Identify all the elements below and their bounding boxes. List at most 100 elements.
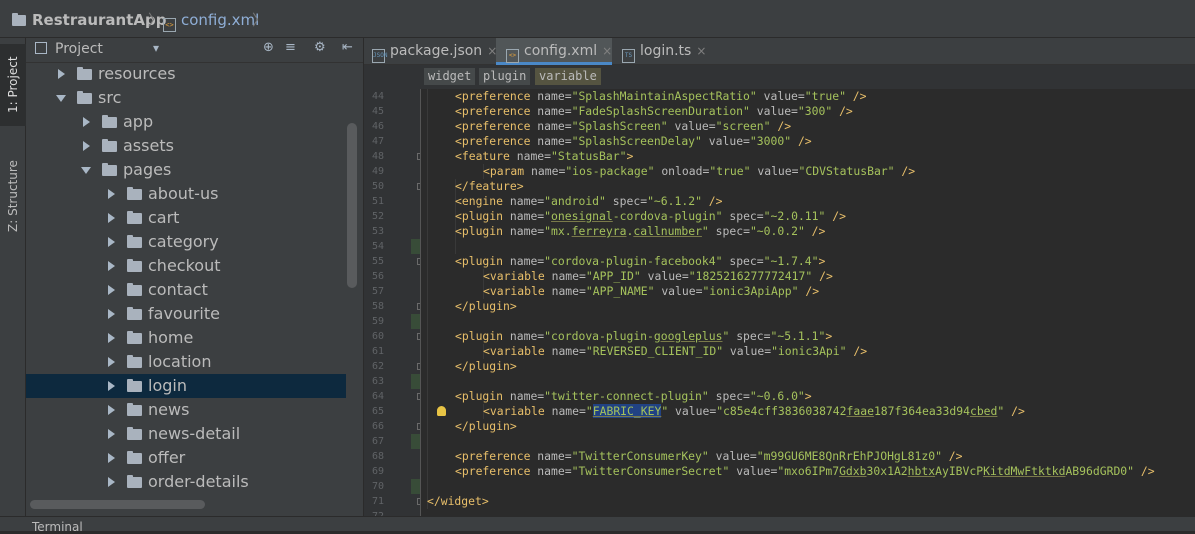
chevron-right-icon[interactable] xyxy=(106,326,116,350)
hide-panel-icon[interactable]: ⇤ xyxy=(342,40,353,55)
ts-file-icon: TS xyxy=(622,49,635,63)
line-number: 70 xyxy=(371,481,384,492)
xml-crumb-plugin[interactable]: plugin xyxy=(479,68,531,85)
terminal-tab[interactable]: Terminal xyxy=(32,520,83,534)
line-number: 45 xyxy=(371,106,384,117)
tree-item-label: offer xyxy=(148,448,186,467)
chevron-right-icon[interactable] xyxy=(106,350,116,374)
tree-item-label: cart xyxy=(148,208,180,227)
chevron-right-icon[interactable] xyxy=(106,470,116,494)
tree-item[interactable]: news-detail xyxy=(26,422,346,446)
tree-item[interactable]: contact xyxy=(26,278,346,302)
folder-icon xyxy=(12,13,26,26)
chevron-down-icon[interactable]: ▾ xyxy=(153,41,159,55)
tree-item[interactable]: app xyxy=(26,110,346,134)
tree-item-label: favourite xyxy=(148,304,220,323)
tree-item[interactable]: home xyxy=(26,326,346,350)
line-number: 61 xyxy=(371,346,384,357)
tab-project[interactable]: 1: Project xyxy=(0,44,26,126)
chevron-right-icon[interactable] xyxy=(106,182,116,206)
chevron-right-icon[interactable] xyxy=(106,302,116,326)
tree-item[interactable]: order-details xyxy=(26,470,346,494)
tree-item[interactable]: assets xyxy=(26,134,346,158)
chevron-right-icon[interactable] xyxy=(106,398,116,422)
code-line: <preference name="SplashScreen" value="s… xyxy=(455,119,792,133)
chevron-right-icon[interactable] xyxy=(106,374,116,398)
tab-package-json[interactable]: JSON package.json × xyxy=(364,38,497,65)
chevron-right-icon[interactable] xyxy=(81,134,91,158)
tab-structure[interactable]: Z: Structure xyxy=(0,146,26,246)
chevron-right-icon[interactable] xyxy=(106,422,116,446)
tree-item[interactable]: about-us xyxy=(26,182,346,206)
xml-file-icon: <> xyxy=(506,49,519,63)
tree-item[interactable]: src xyxy=(26,86,346,110)
chevron-right-icon[interactable] xyxy=(81,110,91,134)
indent-guide xyxy=(427,89,428,509)
close-icon[interactable]: × xyxy=(602,44,612,58)
xml-crumb-widget[interactable]: widget xyxy=(424,68,476,85)
project-view-icon xyxy=(35,42,47,54)
lightbulb-icon[interactable] xyxy=(437,406,446,416)
folder-icon xyxy=(127,283,142,296)
change-marker xyxy=(411,434,420,449)
tab-login-ts[interactable]: TS login.ts × xyxy=(614,38,714,65)
tree-item[interactable]: login xyxy=(26,374,346,398)
change-marker xyxy=(411,479,420,494)
folder-icon xyxy=(77,91,92,104)
line-number: 46 xyxy=(371,121,384,132)
chevron-right-icon[interactable] xyxy=(106,446,116,470)
chevron-right-icon[interactable] xyxy=(106,230,116,254)
json-file-icon: JSON xyxy=(372,49,387,63)
folder-icon xyxy=(127,427,142,440)
horizontal-scrollbar[interactable] xyxy=(30,500,205,509)
tree-item[interactable]: location xyxy=(26,350,346,374)
chevron-right-icon[interactable] xyxy=(56,62,66,86)
close-icon[interactable]: × xyxy=(696,44,706,58)
project-panel-header: Project ▾ ⊕ ≡ ⚙ ⇤ xyxy=(26,38,363,63)
project-view-title[interactable]: Project xyxy=(55,41,103,57)
tree-item-label: login xyxy=(148,376,187,395)
line-number: 59 xyxy=(371,316,384,327)
code-line: <feature name="StatusBar"> xyxy=(455,149,634,163)
project-panel: Project ▾ ⊕ ≡ ⚙ ⇤ resources src app assets p… xyxy=(26,38,363,516)
tree-item[interactable]: offer xyxy=(26,446,346,470)
locate-icon[interactable]: ⊕ xyxy=(263,40,274,55)
folder-icon xyxy=(102,139,117,152)
xml-crumb-variable[interactable]: variable xyxy=(535,68,601,85)
tree-item-label: pages xyxy=(123,160,172,179)
breadcrumb-file[interactable]: <> config.xml xyxy=(163,11,259,32)
navigation-bar: RestraurantApp 〉 <> config.xml 〉 xyxy=(0,0,1195,38)
vertical-scrollbar[interactable] xyxy=(347,123,357,288)
folder-icon xyxy=(127,475,142,488)
tab-config-xml[interactable]: <> config.xml × xyxy=(496,38,612,65)
gear-icon[interactable]: ⚙ xyxy=(314,40,326,55)
code-line: <variable name="FABRIC_KEY" value="c85e4… xyxy=(483,404,1025,418)
code-line: </widget> xyxy=(427,494,489,508)
tree-item[interactable]: pages xyxy=(26,158,346,182)
folder-icon xyxy=(127,355,142,368)
tree-item[interactable]: news xyxy=(26,398,346,422)
chevron-down-icon[interactable] xyxy=(56,86,66,110)
tree-item[interactable]: favourite xyxy=(26,302,346,326)
tree-item[interactable]: cart xyxy=(26,206,346,230)
chevron-down-icon[interactable] xyxy=(81,158,91,182)
breadcrumb-separator: 〉 xyxy=(148,11,164,29)
code-line: </plugin> xyxy=(455,359,517,373)
change-marker xyxy=(411,314,420,329)
code-line: <preference name="TwitterConsumerKey" va… xyxy=(455,449,963,463)
breadcrumb-project[interactable]: RestraurantApp xyxy=(12,11,166,29)
line-number: 54 xyxy=(371,241,384,252)
code-line: <variable name="APP_NAME" value="ionic3A… xyxy=(483,284,820,298)
chevron-right-icon[interactable] xyxy=(106,278,116,302)
folder-icon xyxy=(127,403,142,416)
code-area[interactable]: <preference name="SplashMaintainAspectRa… xyxy=(421,89,1195,516)
tree-item[interactable]: checkout xyxy=(26,254,346,278)
chevron-right-icon[interactable] xyxy=(106,206,116,230)
code-line: <preference name="TwitterConsumerSecret"… xyxy=(455,464,1155,478)
chevron-right-icon[interactable] xyxy=(106,254,116,278)
line-number: 65 xyxy=(371,406,384,417)
tree-item[interactable]: resources xyxy=(26,62,346,86)
tree-item-label: contact xyxy=(148,280,208,299)
tree-item[interactable]: category xyxy=(26,230,346,254)
collapse-all-icon[interactable]: ≡ xyxy=(285,40,296,55)
